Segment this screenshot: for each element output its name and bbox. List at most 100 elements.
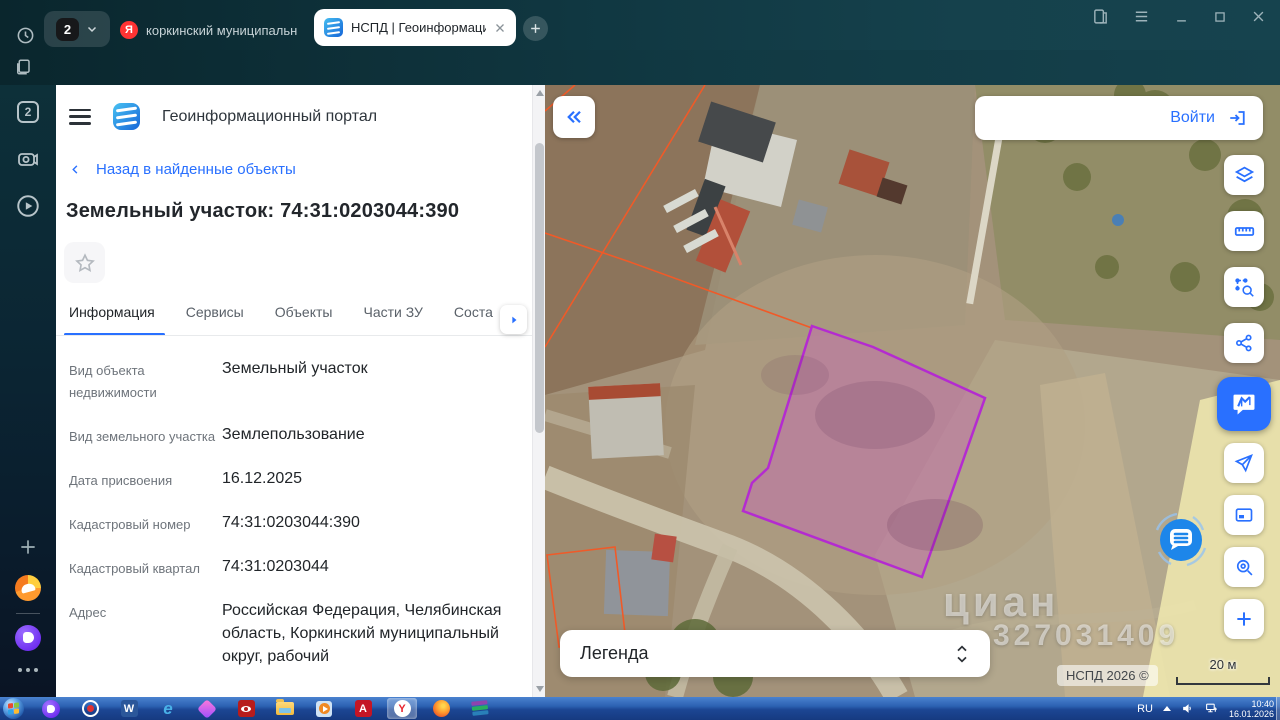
search-spiral-icon <box>1234 557 1254 577</box>
firefox-icon[interactable] <box>426 698 456 719</box>
media-player-icon[interactable] <box>309 698 339 719</box>
scrollbar-thumb[interactable] <box>535 143 544 433</box>
expand-collapse-icon <box>954 643 970 665</box>
select-area-button[interactable] <box>1224 267 1264 307</box>
aerial-basemap <box>545 85 1280 697</box>
screen-record-app-icon[interactable] <box>75 698 105 719</box>
new-tab-button[interactable] <box>523 16 548 41</box>
measure-button[interactable] <box>1224 211 1264 251</box>
layers-button[interactable] <box>1224 155 1264 195</box>
chevron-left-icon <box>70 162 81 177</box>
navigation-arrow-icon <box>1234 453 1254 473</box>
scroll-up-arrow[interactable] <box>536 90 544 96</box>
tabs-scroll-right-button[interactable] <box>500 305 527 334</box>
chat-support-button[interactable] <box>1149 508 1213 572</box>
scale-bar: 20 м <box>1175 657 1271 691</box>
alice-app-icon[interactable] <box>36 698 66 719</box>
share-button[interactable] <box>1224 323 1264 363</box>
minimap-button[interactable] <box>1224 495 1264 535</box>
history-clock-icon[interactable] <box>16 26 35 50</box>
panel-scrollbar[interactable] <box>532 85 545 697</box>
tab-parcel-parts[interactable]: Части ЗУ <box>363 304 422 336</box>
adobe-reader-icon[interactable]: A <box>348 698 378 719</box>
internet-explorer-icon[interactable]: e <box>153 698 183 719</box>
map-viewport[interactable]: циан 327031409 Войти <box>545 85 1280 697</box>
file-explorer-icon[interactable] <box>270 698 300 719</box>
page-title: Земельный участок: 74:31:0203044:390 <box>66 200 459 223</box>
browser-tab-active[interactable]: НСПД | Геоинформаци <box>314 9 516 46</box>
browser-navbar: Я nspd.gov.ru НСПД | Геоинформационный п… <box>0 50 1280 85</box>
sidebar-add-icon[interactable] <box>0 537 56 557</box>
tab-objects[interactable]: Объекты <box>275 304 333 336</box>
time: 10:40 <box>1251 699 1274 709</box>
windows-taskbar: W e A Y RU 10:40 16.01.2026 <box>0 697 1280 720</box>
back-to-results-link[interactable]: Назад в найденные объекты <box>70 161 296 178</box>
back-link-label: Назад в найденные объекты <box>96 161 296 178</box>
collapse-panel-button[interactable] <box>553 96 595 138</box>
search-location-button[interactable] <box>1224 547 1264 587</box>
nspd-favicon <box>324 18 343 37</box>
close-tab-icon[interactable] <box>494 22 506 34</box>
sidebar-tabs-button[interactable]: 2 <box>0 101 56 123</box>
tab-title: НСПД | Геоинформаци <box>351 20 486 35</box>
alice-assistant-icon[interactable] <box>0 625 56 651</box>
scroll-down-arrow[interactable] <box>536 686 544 692</box>
tab-information[interactable]: Информация <box>69 304 155 336</box>
show-desktop-button[interactable] <box>1276 697 1280 720</box>
network-icon[interactable] <box>1204 702 1219 715</box>
legend-toggle[interactable]: Легенда <box>560 630 990 677</box>
double-chevron-left-icon <box>563 108 585 126</box>
field-label: Вид земельного участка <box>69 423 222 448</box>
show-hidden-icons[interactable] <box>1163 706 1171 711</box>
field-value: Землепользование <box>222 423 521 448</box>
menu-hamburger-icon[interactable] <box>69 109 91 125</box>
my-location-button[interactable] <box>1224 443 1264 483</box>
favorite-star-button[interactable] <box>64 242 105 283</box>
tab-title: коркинский муниципальн <box>146 23 297 38</box>
browser-tab-inactive[interactable]: Я коркинский муниципальн <box>120 18 308 42</box>
zoom-in-button[interactable] <box>1224 599 1264 639</box>
info-field-row: Кадастровый квартал 74:31:0203044 <box>69 555 521 580</box>
screenshot-icon[interactable] <box>0 147 56 171</box>
word-app-icon[interactable]: W <box>114 698 144 719</box>
yandex-service-icon[interactable] <box>0 575 56 601</box>
start-button[interactable] <box>3 698 24 719</box>
maximize-icon[interactable] <box>1213 10 1227 24</box>
field-value: Российская Федерация, Челябинская област… <box>222 599 521 668</box>
language-indicator[interactable]: RU <box>1137 703 1153 715</box>
tab-services[interactable]: Сервисы <box>186 304 244 336</box>
sidebar-more-icon[interactable] <box>0 668 56 672</box>
side-panels-icon[interactable] <box>1092 8 1109 25</box>
menu-icon[interactable] <box>1133 8 1150 25</box>
minimize-icon[interactable] <box>1174 9 1189 24</box>
date: 16.01.2026 <box>1229 709 1274 719</box>
layers-icon <box>1234 165 1255 186</box>
star-icon <box>74 252 96 274</box>
login-label: Войти <box>1170 109 1215 127</box>
red-eye-app-icon[interactable] <box>231 698 261 719</box>
draw-on-map-button-active[interactable] <box>1217 377 1271 431</box>
field-value: 74:31:0203044:390 <box>222 511 521 536</box>
field-value: 16.12.2025 <box>222 467 521 492</box>
watermark-number: 327031409 <box>993 621 1179 651</box>
tab-counter-chip[interactable]: 2 <box>44 11 110 47</box>
tab-composition[interactable]: Соста <box>454 304 493 336</box>
plus-icon <box>529 22 542 35</box>
clock[interactable]: 10:40 16.01.2026 <box>1229 699 1274 719</box>
tab-groups-icon[interactable] <box>14 58 32 81</box>
winrar-icon[interactable] <box>465 698 495 719</box>
close-window-icon[interactable] <box>1251 9 1266 24</box>
window-controls <box>1092 8 1266 25</box>
tab-count: 2 <box>56 18 79 41</box>
video-play-icon[interactable] <box>0 193 56 219</box>
yandex-browser-icon[interactable]: Y <box>387 698 417 719</box>
field-label: Кадастровый квартал <box>69 555 222 580</box>
volume-icon[interactable] <box>1181 702 1194 715</box>
gem-app-icon[interactable] <box>192 698 222 719</box>
chat-bubble-icon <box>1149 508 1213 572</box>
desktop-screen: 2 Я коркинский муниципальн НСПД | Геоинф… <box>0 0 1280 720</box>
picture-in-picture-icon <box>1234 505 1254 525</box>
browser-sidebar: 2 <box>0 85 56 697</box>
login-button[interactable]: Войти <box>975 96 1263 140</box>
divider <box>16 613 40 614</box>
